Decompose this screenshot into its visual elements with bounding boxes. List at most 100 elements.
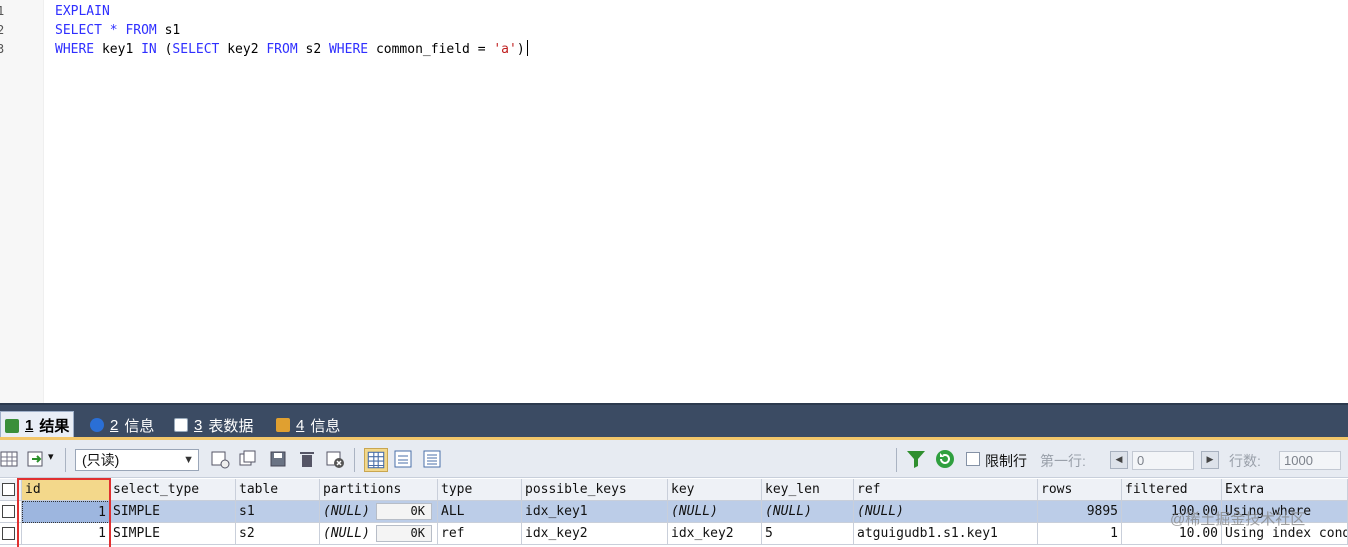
cell-value: (NULL) <box>323 504 370 519</box>
sql-text: s2 <box>297 42 329 57</box>
table-cell[interactable]: s2 <box>236 523 320 545</box>
insert-row-icon[interactable] <box>210 449 230 469</box>
row-checkbox[interactable] <box>2 505 15 518</box>
code-line[interactable]: SELECT * FROM s1 <box>55 21 180 40</box>
tab-info[interactable]: 4 信息 <box>272 411 344 439</box>
sql-keyword: FROM <box>125 23 157 38</box>
column-header-possible-keys[interactable]: possible_keys <box>522 479 668 501</box>
table-cell[interactable]: (NULL) <box>762 501 854 523</box>
export-icon[interactable] <box>26 449 46 469</box>
prev-page-icon[interactable]: ◀ <box>1110 451 1128 469</box>
table-cell[interactable]: SIMPLE <box>110 501 236 523</box>
tab-label: 结果 <box>39 418 70 435</box>
column-header-key[interactable]: key <box>668 479 762 501</box>
watermark: @稀土掘金技术社区 <box>1170 511 1306 528</box>
tab-label: 信息 <box>124 417 155 435</box>
table-cell[interactable]: idx_key2 <box>522 523 668 545</box>
column-header-rows[interactable]: rows <box>1038 479 1122 501</box>
table-cell[interactable]: 9895 <box>1038 501 1122 523</box>
sql-text: s1 <box>156 23 181 38</box>
chevron-down-icon: ▼ <box>183 454 194 466</box>
sql-keyword: SELECT <box>55 23 102 38</box>
sql-keyword: WHERE <box>55 42 95 57</box>
refresh-icon[interactable] <box>935 449 955 469</box>
limit-rows-checkbox[interactable] <box>966 452 980 466</box>
cell-value: (NULL) <box>323 526 370 541</box>
column-header-partitions[interactable]: partitions <box>320 479 438 501</box>
sql-text: key2 <box>219 42 267 57</box>
column-header-type[interactable]: type <box>438 479 522 501</box>
table-cell[interactable]: 5 <box>762 523 854 545</box>
first-row-input[interactable]: 0 <box>1132 451 1194 470</box>
line-number-gutter: 1 2 3 <box>0 0 44 403</box>
table-cell[interactable]: ALL <box>438 501 522 523</box>
highlight-box <box>17 478 111 547</box>
line-number: 1 <box>0 4 5 18</box>
row-count-input[interactable]: 1000 <box>1279 451 1341 470</box>
line-number: 2 <box>0 23 5 37</box>
mode-select-value: (只读) <box>82 452 120 468</box>
table-cell[interactable]: (NULL) <box>668 501 762 523</box>
duplicate-row-icon[interactable] <box>238 449 258 469</box>
row-count-label: 行数: <box>1229 453 1261 469</box>
filter-icon[interactable] <box>906 449 926 469</box>
grid-mode-icon[interactable] <box>364 448 388 472</box>
column-header-key-len[interactable]: key_len <box>762 479 854 501</box>
sql-text: common_field = <box>368 42 494 57</box>
info-icon <box>90 418 104 432</box>
column-header-select-type[interactable]: select_type <box>110 479 236 501</box>
tab-messages[interactable]: 2 信息 <box>86 411 158 439</box>
table-icon <box>174 418 188 432</box>
delete-icon[interactable] <box>297 449 317 469</box>
code-line[interactable]: WHERE key1 IN (SELECT key2 FROM s2 WHERE… <box>55 40 528 59</box>
sql-keyword: EXPLAIN <box>55 4 110 19</box>
table-cell[interactable]: idx_key1 <box>522 501 668 523</box>
tab-table-data[interactable]: 3 表数据 <box>170 411 257 439</box>
mode-select[interactable]: (只读) ▼ <box>75 449 199 471</box>
result-toolbar: ▾ (只读) ▼ 限制行 第一行: ◀ 0 ▶ 行数: 1000 <box>0 440 1348 478</box>
table-cell[interactable]: (NULL) 0K <box>320 501 438 523</box>
sql-keyword: * <box>109 23 118 38</box>
export-dropdown-arrow-icon[interactable]: ▾ <box>48 450 54 463</box>
tab-label: 表数据 <box>208 417 254 435</box>
sql-keyword: IN <box>141 42 157 57</box>
table-cell[interactable]: ref <box>438 523 522 545</box>
toolbar-separator <box>896 448 897 472</box>
column-header-extra[interactable]: Extra <box>1222 479 1348 501</box>
blob-size-badge: 0K <box>376 525 432 542</box>
table-cell[interactable]: SIMPLE <box>110 523 236 545</box>
sql-text: ) <box>516 42 525 57</box>
sql-editor[interactable]: ▔▔▔▔▔▔▔▔▔▔▔▔▔▔▔▔▔▔▔▔▔▔▔▔▔▔▔▔▔▔▔▔▔▔▔▔▔▔▔▔… <box>0 0 1348 403</box>
row-checkbox[interactable] <box>2 527 15 540</box>
save-icon[interactable] <box>268 449 288 469</box>
form-mode-icon[interactable] <box>393 449 413 469</box>
column-header-ref[interactable]: ref <box>854 479 1038 501</box>
select-all-checkbox[interactable] <box>2 483 15 496</box>
tab-number: 2 <box>110 416 119 434</box>
grid-view-icon[interactable] <box>0 449 20 469</box>
table-cell[interactable]: (NULL) <box>854 501 1038 523</box>
blob-size-badge: 0K <box>376 503 432 520</box>
first-row-label: 第一行: <box>1040 453 1086 469</box>
column-header-table[interactable]: table <box>236 479 320 501</box>
line-number: 3 <box>0 42 5 56</box>
sql-keyword: WHERE <box>328 42 369 57</box>
next-page-icon[interactable]: ▶ <box>1201 451 1219 469</box>
table-cell[interactable]: atguigudb1.s1.key1 <box>854 523 1038 545</box>
result-grid[interactable]: id select_type table partitions type pos… <box>0 479 1348 547</box>
limit-rows-label: 限制行 <box>985 453 1027 469</box>
sql-string: 'a' <box>493 42 517 57</box>
text-mode-icon[interactable] <box>422 449 442 469</box>
table-cell[interactable]: 1 <box>1038 523 1122 545</box>
info-chart-icon <box>276 418 290 432</box>
code-line[interactable]: EXPLAIN <box>55 2 110 21</box>
tab-number: 4 <box>296 416 305 434</box>
cancel-changes-icon[interactable] <box>325 449 345 469</box>
tab-results[interactable]: 1 结果 <box>0 411 75 439</box>
column-header-filtered[interactable]: filtered <box>1122 479 1222 501</box>
table-cell[interactable]: idx_key2 <box>668 523 762 545</box>
tab-bar: 1 结果 2 信息 3 表数据 4 信息 <box>0 403 1348 439</box>
table-cell[interactable]: s1 <box>236 501 320 523</box>
table-cell[interactable]: (NULL) 0K <box>320 523 438 545</box>
